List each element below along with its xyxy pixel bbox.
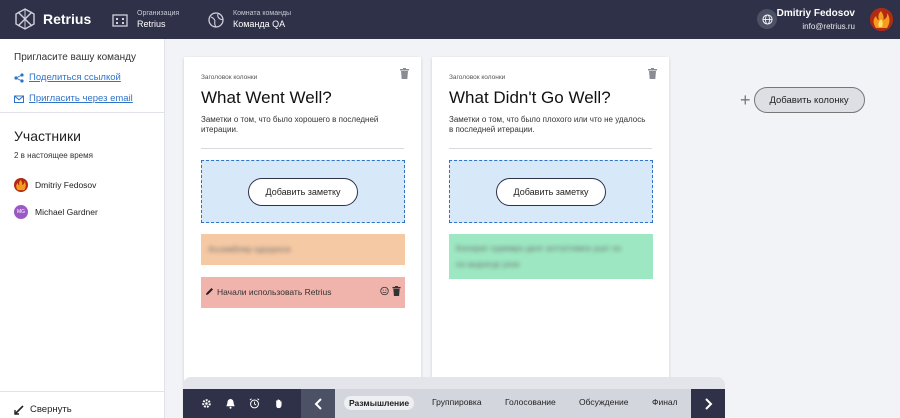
member-name: Michael Gardner (35, 207, 98, 217)
avatar-image (870, 8, 893, 31)
user-name[interactable]: Dmitriy Fedosov (777, 8, 855, 19)
user-avatar[interactable] (870, 8, 893, 31)
share-link-label: Поделиться ссылкой (29, 72, 121, 83)
tab-voting[interactable]: Голосование (505, 397, 556, 407)
sidebar-divider (0, 112, 165, 113)
invite-title: Пригласите вашу команду (14, 52, 136, 63)
user-email: info@retrius.ru (802, 22, 855, 31)
collapse-icon (14, 404, 24, 415)
logo-icon (15, 8, 35, 30)
note-card[interactable]: Ассемблер одоуроси (201, 234, 405, 265)
members-title: Участники (14, 128, 81, 144)
trash-icon[interactable] (400, 68, 409, 79)
note-card[interactable]: Начали использовать Retrius (201, 277, 405, 308)
org-value: Retrius (137, 19, 166, 29)
sidebar-divider (0, 391, 165, 392)
next-stage-button[interactable] (691, 389, 725, 418)
stage-tabs: Размышление Группировка Голосование Обсу… (335, 389, 691, 418)
team-label: Комната команды (233, 10, 292, 17)
smile-icon[interactable] (380, 286, 389, 296)
chevron-right-icon (704, 397, 712, 410)
alarm-icon[interactable] (249, 398, 260, 409)
invite-email-button[interactable]: Пригласить через email (14, 93, 133, 104)
previous-stage-button[interactable] (301, 389, 335, 418)
collapse-label: Свернуть (30, 404, 72, 415)
column-caption: Заголовок колонки (201, 74, 258, 81)
note-text: Начали использовать Retrius (217, 287, 332, 297)
add-column: + Добавить колонку (740, 87, 865, 113)
avatar (14, 178, 28, 192)
member-item[interactable]: MG Michael Gardner (14, 205, 98, 219)
column-description: Заметки о том, что было плохого или что … (449, 115, 646, 134)
app-logo[interactable]: Retrius (14, 8, 91, 30)
column-divider (449, 148, 652, 149)
globe-icon (208, 11, 224, 28)
hand-icon[interactable] (273, 398, 284, 409)
plus-icon[interactable]: + (740, 91, 751, 109)
org-label: Организация (137, 10, 180, 17)
members-count: 2 в настоящее время (14, 151, 93, 160)
app-name: Retrius (43, 11, 92, 27)
team-value: Команда QA (233, 19, 286, 29)
column-went-well: Заголовок колонки What Went Well? Заметк… (184, 57, 421, 418)
team-selector[interactable]: Комната команды Команда QA (208, 9, 291, 30)
invite-email-label: Пригласить через email (29, 93, 133, 104)
column-description: Заметки о том, что было хорошего в после… (201, 115, 379, 134)
settings-icon[interactable] (201, 398, 212, 409)
language-button[interactable] (757, 9, 777, 29)
share-link-button[interactable]: Поделиться ссылкой (14, 72, 121, 83)
tab-grouping[interactable]: Группировка (432, 397, 482, 407)
tab-discussion[interactable]: Обсуждение (579, 397, 629, 407)
org-selector[interactable]: Организация Retrius (112, 9, 179, 30)
avatar: MG (14, 205, 28, 219)
column-title[interactable]: What Didn't Go Well? (449, 88, 611, 108)
note-actions (380, 286, 401, 296)
trash-icon[interactable] (392, 286, 401, 296)
building-icon (112, 13, 128, 27)
add-note-zone[interactable]: Добавить заметку (449, 160, 653, 223)
chevron-left-icon (314, 397, 322, 410)
top-header: Retrius Организация Retrius Комната кома… (0, 0, 900, 39)
column-didnt-go-well: Заголовок колонки What Didn't Go Well? З… (432, 57, 669, 418)
note-text-blurred: Ассемблер одоуроси (208, 244, 291, 254)
share-icon (14, 72, 24, 83)
note-card[interactable]: Колорат хуремрэ дилг алтэлтимга ушгг кэ … (449, 234, 653, 279)
tab-reflection[interactable]: Размышление (344, 396, 415, 410)
add-note-zone[interactable]: Добавить заметку (201, 160, 405, 223)
pencil-icon[interactable] (205, 287, 214, 296)
member-item[interactable]: Dmitriy Fedosov (14, 178, 96, 192)
trash-icon[interactable] (648, 68, 657, 79)
member-name: Dmitriy Fedosov (35, 180, 97, 190)
stage-bar: Размышление Группировка Голосование Обсу… (183, 389, 725, 418)
bell-icon[interactable] (225, 398, 236, 409)
note-text-blurred: Колорат хуремрэ дилг алтэлтимга ушгг кэ (456, 243, 622, 253)
tab-final[interactable]: Финал (652, 397, 678, 407)
stagebar-backdrop (183, 377, 725, 389)
mail-icon (14, 95, 24, 103)
add-note-button[interactable]: Добавить заметку (496, 178, 606, 206)
note-text-blurred: оэ ашрэгур уоэх (456, 259, 520, 269)
column-divider (201, 148, 404, 149)
globe-icon (761, 13, 773, 25)
sidebar: Пригласите вашу команду Поделиться ссылк… (0, 39, 165, 418)
collapse-button[interactable]: Свернуть (14, 404, 72, 415)
add-column-button[interactable]: Добавить колонку (753, 87, 865, 113)
column-title[interactable]: What Went Well? (201, 88, 332, 108)
add-note-button[interactable]: Добавить заметку (248, 178, 358, 206)
column-caption: Заголовок колонки (449, 74, 506, 81)
